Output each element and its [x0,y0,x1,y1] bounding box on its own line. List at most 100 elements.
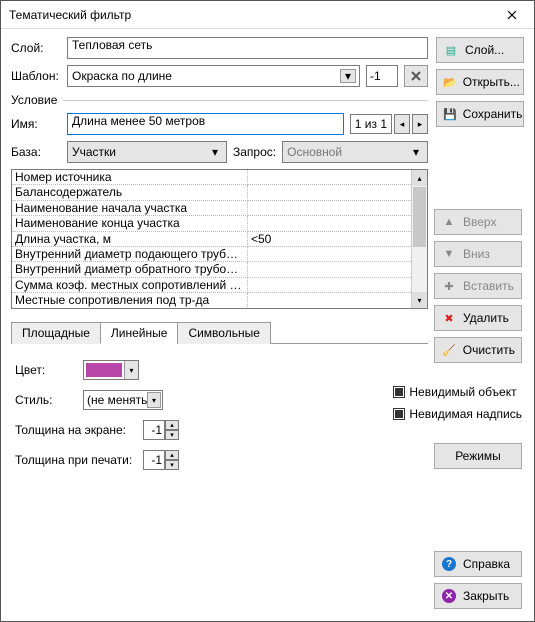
print-thickness-label: Толщина при печати: [15,453,135,467]
layer-icon: ▤ [443,42,459,58]
screen-thickness-spinner[interactable]: -1 ▴▾ [143,420,179,440]
field-name-cell: Наименование начала участка [12,201,248,216]
template-select[interactable]: Окраска по длине ▾ [67,65,360,87]
field-name-cell: Сумма коэф. местных сопротивлений под. т… [12,278,248,293]
save-button[interactable]: 💾 Сохранить [436,101,524,127]
field-value-cell[interactable] [248,293,411,308]
chevron-down-icon: ▾ [124,361,138,379]
spin-up-button[interactable]: ▴ [165,420,179,430]
table-row[interactable]: Внутренний диаметр обратного трубопровод… [12,262,411,277]
table-row[interactable]: Внутренний диаметр подающего трубопровод… [12,247,411,262]
close-icon: ✕ [441,588,457,604]
open-button[interactable]: 📂 Открыть... [436,69,524,95]
x-icon [411,71,421,81]
field-value-cell[interactable] [248,216,411,231]
table-row[interactable]: Местные сопротивления под тр-да [12,293,411,308]
field-value-cell[interactable] [248,185,411,200]
move-down-button[interactable]: ▼ Вниз [434,241,522,267]
help-icon: ? [441,556,457,572]
table-row[interactable]: Сумма коэф. местных сопротивлений под. т… [12,278,411,293]
window-title: Тематический фильтр [9,8,494,22]
base-label: База: [11,145,61,159]
template-label: Шаблон: [11,69,61,83]
field-name-cell: Балансодержатель [12,185,248,200]
grid-scrollbar[interactable]: ▴ ▾ [411,170,427,308]
plus-icon: ✚ [441,278,457,294]
field-name-cell: Внутренний диаметр подающего трубопровод… [12,247,248,262]
close-icon [507,10,517,20]
invisible-object-checkbox[interactable]: Невидимый объект [393,385,516,399]
scroll-up-button[interactable]: ▴ [412,170,427,186]
print-thickness-spinner[interactable]: -1 ▴▾ [143,450,179,470]
arrow-up-icon: ▲ [441,214,457,230]
table-row[interactable]: Номер источника [12,170,411,185]
spin-down-button[interactable]: ▾ [165,460,179,470]
tab-line[interactable]: Линейные [100,322,179,344]
color-picker[interactable]: ▾ [83,360,139,380]
query-select[interactable]: Основной ▾ [282,141,428,163]
counter-prev-button[interactable]: ◂ [394,114,410,134]
save-icon: 💾 [443,106,457,122]
invisible-label-checkbox[interactable]: Невидимая надпись [393,407,522,421]
table-row[interactable]: Длина участка, м<50 [12,232,411,247]
color-swatch [86,363,122,377]
field-value-cell[interactable] [248,262,411,277]
table-row[interactable]: Балансодержатель [12,185,411,200]
layer-label: Слой: [11,41,61,55]
clear-icon: 🧹 [441,342,457,358]
tab-area[interactable]: Площадные [11,322,101,344]
line-style-select[interactable]: (не менять) ▾ [83,390,163,410]
field-value-cell[interactable] [248,201,411,216]
name-label: Имя: [11,117,61,131]
template-number-field[interactable]: -1 [366,65,398,87]
table-row[interactable]: Наименование начала участка [12,201,411,216]
counter-text: 1 из 1 [350,114,392,134]
query-label: Запрос: [233,145,276,159]
folder-open-icon: 📂 [443,74,457,90]
delete-button[interactable]: ✖ Удалить [434,305,522,331]
dialog-window: Тематический фильтр Слой: Тепловая сеть … [0,0,535,622]
field-name-cell: Внутренний диаметр обратного трубопровод… [12,262,248,277]
spin-up-button[interactable]: ▴ [165,450,179,460]
chevron-down-icon: ▾ [408,145,424,159]
style-label: Стиль: [15,393,75,407]
field-value-cell[interactable] [248,247,411,262]
help-button[interactable]: ? Справка [434,551,522,577]
field-value-cell[interactable] [248,278,411,293]
move-up-button[interactable]: ▲ Вверх [434,209,522,235]
layer-button[interactable]: ▤ Слой... [436,37,524,63]
field-name-cell: Местные сопротивления под тр-да [12,293,248,308]
modes-button[interactable]: Режимы [434,443,522,469]
counter-next-button[interactable]: ▸ [412,114,428,134]
field-name-cell: Длина участка, м [12,232,248,247]
field-name-cell: Номер источника [12,170,248,185]
condition-counter: 1 из 1 ◂ ▸ [350,114,428,134]
chevron-down-icon: ▾ [147,392,161,408]
field-value-cell[interactable]: <50 [248,232,411,247]
fields-grid[interactable]: Номер источникаБалансодержательНаименова… [11,169,428,309]
screen-thickness-label: Толщина на экране: [15,423,135,437]
chevron-down-icon: ▾ [207,145,223,159]
chevron-down-icon: ▾ [340,69,356,83]
tab-symbol[interactable]: Символьные [177,322,270,344]
clear-button[interactable]: 🧹 Очистить [434,337,522,363]
template-clear-button[interactable] [404,65,428,87]
close-window-button[interactable] [494,2,530,28]
close-button[interactable]: ✕ Закрыть [434,583,522,609]
layer-field[interactable]: Тепловая сеть [67,37,428,59]
arrow-down-icon: ▼ [441,246,457,262]
base-select[interactable]: Участки ▾ [67,141,227,163]
scroll-thumb[interactable] [413,187,426,247]
name-field[interactable]: Длина менее 50 метров [67,113,344,135]
delete-icon: ✖ [441,310,457,326]
insert-button[interactable]: ✚ Вставить [434,273,522,299]
field-value-cell[interactable] [248,170,411,185]
color-label: Цвет: [15,363,75,377]
scroll-down-button[interactable]: ▾ [412,292,427,308]
spin-down-button[interactable]: ▾ [165,430,179,440]
condition-section-label: Условие [11,93,428,107]
titlebar: Тематический фильтр [1,1,534,29]
table-row[interactable]: Наименование конца участка [12,216,411,231]
field-name-cell: Наименование конца участка [12,216,248,231]
style-tabs: Площадные Линейные Символьные [11,321,428,344]
